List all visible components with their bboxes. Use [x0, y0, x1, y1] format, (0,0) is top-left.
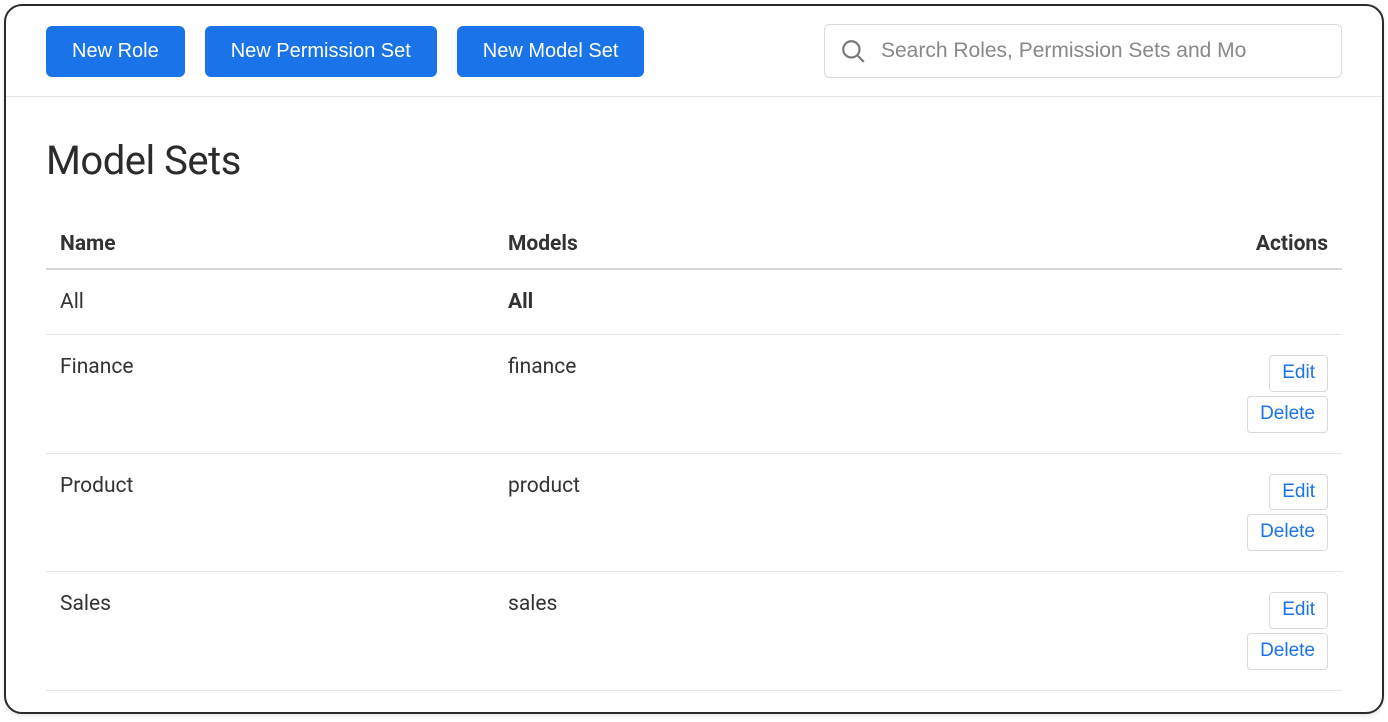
table-row: AllAll	[46, 270, 1342, 335]
table-row: Financefinance Edit Delete	[46, 335, 1342, 454]
header-name: Name	[60, 232, 508, 256]
delete-button[interactable]: Delete	[1247, 514, 1328, 551]
table-row: ProductproductEditDelete	[46, 454, 1342, 573]
delete-button[interactable]: Delete	[1247, 633, 1328, 670]
cell-actions: Edit Delete	[1208, 355, 1328, 433]
model-sets-table: Name Models Actions AllAll Financefinance…	[46, 220, 1342, 691]
cell-models: finance	[508, 355, 1208, 379]
table-row: Salessales Edit Delete	[46, 572, 1342, 691]
new-role-button[interactable]: New Role	[46, 26, 185, 77]
edit-button[interactable]: Edit	[1269, 474, 1328, 511]
new-permission-set-button[interactable]: New Permission Set	[205, 26, 437, 77]
table-header: Name Models Actions	[46, 220, 1342, 270]
cell-name: Finance	[60, 355, 508, 379]
app-frame: New Role New Permission Set New Model Se…	[4, 4, 1384, 714]
cell-models: sales	[508, 592, 1208, 616]
search-input[interactable]	[824, 24, 1342, 78]
edit-button[interactable]: Edit	[1269, 355, 1328, 392]
header-actions: Actions	[1208, 232, 1328, 256]
edit-button[interactable]: Edit	[1269, 592, 1328, 629]
table-body: AllAllFinancefinanceEditDeleteProductpro…	[46, 270, 1342, 691]
cell-name: Product	[60, 474, 508, 498]
toolbar: New Role New Permission Set New Model Se…	[6, 6, 1382, 97]
new-model-set-button[interactable]: New Model Set	[457, 26, 645, 77]
page-title: Model Sets	[46, 137, 1342, 184]
content: Model Sets Name Models Actions AllAll Fin…	[6, 97, 1382, 691]
cell-actions: Edit Delete	[1208, 592, 1328, 670]
cell-name: Sales	[60, 592, 508, 616]
cell-actions: EditDelete	[1208, 474, 1328, 552]
header-models: Models	[508, 232, 1208, 256]
search-wrap	[824, 24, 1342, 78]
cell-models: All	[508, 290, 1208, 314]
delete-button[interactable]: Delete	[1247, 396, 1328, 433]
cell-name: All	[60, 290, 508, 314]
cell-models: product	[508, 474, 1208, 498]
